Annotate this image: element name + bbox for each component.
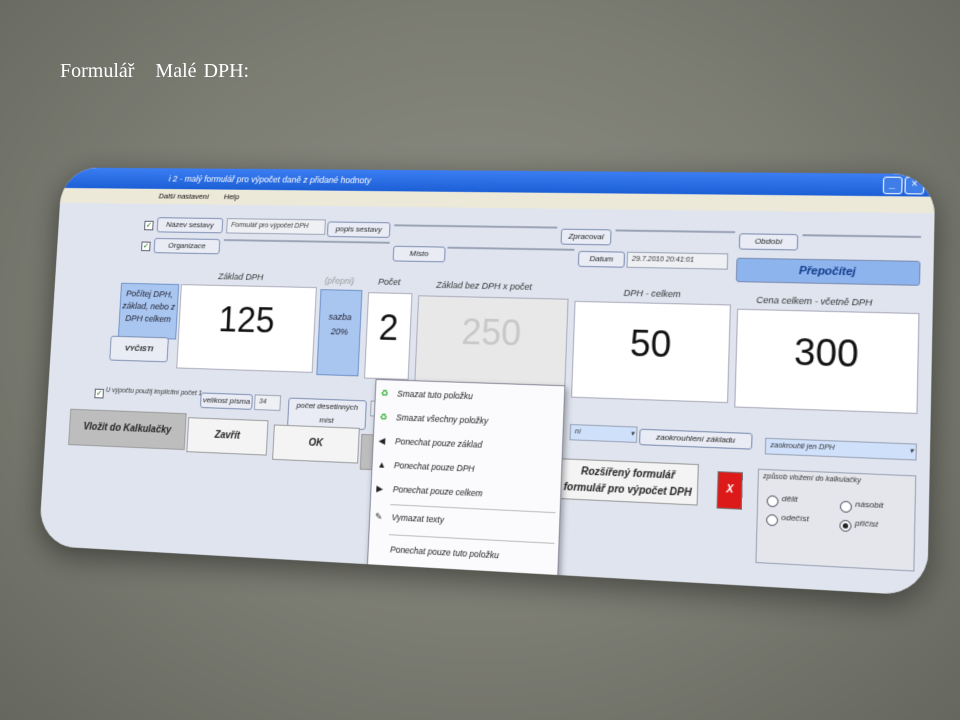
cena-celkem-label: Cena celkem - včetně DPH	[756, 295, 872, 308]
zaklad-bez-label: Základ bez DPH x počet	[436, 280, 532, 292]
prepni-label: (přepni)	[325, 276, 355, 286]
popis-sestavy-button[interactable]: popis sestavy	[327, 221, 391, 237]
app-window-screenshot: i 2 - malý formulář pro výpočet daně z p…	[38, 167, 935, 595]
obdobi-button[interactable]: Období	[739, 233, 798, 250]
sazba-label: sazba	[320, 310, 361, 326]
context-menu: ♻ Smazat tuto položku ♻ Smazat všechny p…	[366, 379, 565, 592]
radio-nasobit[interactable]	[840, 501, 852, 513]
radio-delit[interactable]	[767, 495, 779, 507]
radio-odecist-label: odečíst	[781, 511, 809, 527]
organizace-field[interactable]	[224, 239, 390, 244]
ctx-vymazat-texty[interactable]: Vymazat texty	[391, 512, 444, 525]
pocet-label: Počet	[378, 277, 401, 287]
vlozit-do-kalkulacky-button[interactable]: Vložit do Kalkulačky	[68, 409, 187, 450]
radio-pricist[interactable]	[839, 520, 851, 532]
chevron-down-icon: ▾	[909, 444, 913, 459]
radio-odecist[interactable]	[766, 514, 778, 526]
popis-sestavy-field[interactable]	[394, 224, 557, 228]
organizace-button[interactable]: Organizace	[154, 238, 221, 254]
zaokrouhli-select[interactable]: zaokrouhli jen DPH ▾	[765, 438, 917, 461]
dph-value[interactable]: 50	[571, 301, 731, 403]
ctx-separator	[389, 534, 555, 544]
window-title: i 2 - malý formulář pro výpočet daně z p…	[169, 174, 372, 185]
eraser-icon: ♻	[380, 388, 388, 399]
radio-pricist-label: přičíst	[855, 516, 879, 532]
red-button[interactable]: X	[717, 471, 743, 510]
nazev-checkbox[interactable]: ✓	[144, 221, 154, 231]
nazev-sestavy-field[interactable]: Formulář pro výpočet DPH	[226, 218, 326, 235]
datum-button[interactable]: Datum	[578, 251, 625, 268]
ctx-smazat-vse[interactable]: Smazat všechny položky	[396, 412, 488, 426]
zavrit-button[interactable]: Zavřít	[186, 417, 268, 455]
sazba-value: 20%	[319, 324, 360, 340]
zaklad-bez-value: 250	[414, 295, 568, 387]
triangle-right-icon: ▶	[376, 483, 383, 494]
misto-field[interactable]	[448, 247, 575, 251]
obdobi-field[interactable]	[802, 234, 921, 238]
minimize-button[interactable]: _	[883, 177, 903, 195]
prepocitej-button[interactable]: Přepočítej	[736, 258, 921, 286]
dph-celkem-label: DPH - celkem	[623, 288, 680, 299]
zaklad-value[interactable]: 125	[176, 284, 317, 373]
form-content: ✓ Název sestavy Formulář pro výpočet DPH…	[38, 203, 934, 596]
zpusob-vlozeni-group: způsob vložení do kalkulačky dělit násob…	[755, 469, 916, 572]
zpracoval-button[interactable]: Zpracoval	[561, 229, 612, 246]
zaokrouhleni-select-value: ní	[575, 428, 581, 435]
implicit-pocet-checkbox[interactable]: ✓	[94, 389, 104, 399]
ok-button[interactable]: OK	[272, 424, 360, 463]
menu-item-help[interactable]: Help	[224, 192, 240, 201]
vycisti-button[interactable]: VYČISTI	[109, 336, 169, 363]
organizace-checkbox[interactable]: ✓	[141, 242, 151, 252]
zaklad-label: Základ DPH	[218, 272, 264, 283]
radio-nasobit-label: násobit	[855, 497, 884, 513]
zaokrouhli-select-value: zaokrouhli jen DPH	[770, 442, 835, 452]
implicit-pocet-label: U výpočtu použij implicitní počet 1	[105, 387, 202, 397]
ctx-ponechat-dph[interactable]: Ponechat pouze DPH	[394, 460, 475, 474]
ctx-separator	[390, 504, 555, 513]
cena-value[interactable]: 300	[734, 309, 919, 414]
ctx-ponechat-celkem[interactable]: Ponechat pouze celkem	[393, 484, 483, 498]
brush-icon: ✎	[375, 511, 383, 522]
rozsireny-formular-button[interactable]: Rozšířený formulář formulář pro výpočet …	[557, 458, 699, 505]
zaokrouhleni-zakladu-button[interactable]: zaokrouhlení základu	[639, 429, 753, 450]
sazba-toggle[interactable]: sazba 20%	[316, 289, 362, 376]
datum-field[interactable]: 29.7.2010 20:41:01	[627, 252, 729, 270]
triangle-up-icon: ▲	[377, 459, 386, 469]
ctx-ponechat-zaklad[interactable]: Ponechat pouze základ	[395, 436, 482, 450]
slide-title: Formulář Malé DPH:	[60, 60, 249, 83]
pocet-value[interactable]: 2	[364, 292, 412, 380]
triangle-left-icon: ◀	[378, 436, 385, 447]
radio-delit-label: dělit	[782, 492, 798, 507]
ctx-smazat-tuto[interactable]: Smazat tuto položku	[397, 389, 473, 402]
eraser-icon: ♻	[379, 412, 387, 423]
chevron-down-icon: ▾	[630, 427, 634, 441]
misto-button[interactable]: Místo	[393, 246, 446, 263]
info-panel: Počítej DPH, základ, nebo z DPH celkem	[118, 283, 179, 340]
velikost-pisma-field[interactable]: 34	[254, 394, 281, 411]
close-button[interactable]: ×	[904, 177, 924, 195]
zpusob-vlozeni-title: způsob vložení do kalkulačky	[763, 470, 861, 489]
menu-item-dalsi-nastaveni[interactable]: Další nastavení	[158, 192, 209, 201]
zpracoval-field[interactable]	[616, 229, 736, 233]
nazev-sestavy-button[interactable]: Název sestavy	[157, 217, 224, 233]
velikost-pisma-button[interactable]: velikost písma	[200, 392, 253, 409]
ctx-ponechat-tuto[interactable]: Ponechat pouze tuto položku	[390, 544, 499, 560]
zaokrouhleni-select[interactable]: ní ▾	[569, 424, 637, 443]
